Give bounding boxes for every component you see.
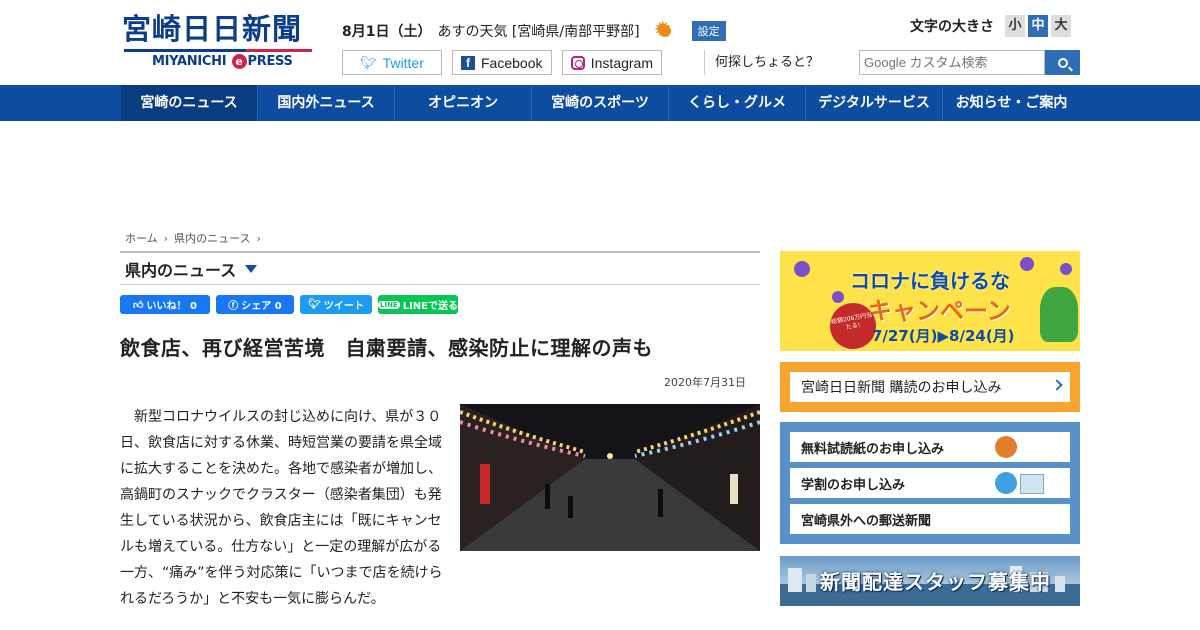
line-label: LINEで送る — [402, 301, 459, 312]
line-share-button[interactable]: LINE LINEで送る — [378, 295, 458, 314]
nav-item-miyazaki-news[interactable]: 宮崎のニュース — [121, 85, 258, 121]
article-photo[interactable] — [460, 404, 760, 551]
subscribe-link[interactable]: 宮崎日日新聞 購読のお申し込み — [790, 372, 1070, 402]
weather-settings-button[interactable]: 設定 — [691, 21, 726, 41]
corona-title: コロナに負けるな — [850, 269, 1010, 293]
instagram-icon — [571, 55, 585, 70]
thumbs-up-icon: 👍︎ — [133, 299, 144, 311]
corona-campaign-banner[interactable]: コロナに負けるな キャンペーン 総額206万円当たる! 7/27(月)▶8/24… — [780, 251, 1080, 351]
line-icon: LINE — [378, 300, 400, 309]
chevron-right-icon: › — [256, 231, 261, 245]
instagram-button[interactable]: Instagram — [562, 50, 662, 75]
twitter-icon: 🐦︎ — [308, 299, 321, 310]
twitter-icon: 🐦︎ — [360, 54, 377, 70]
facebook-icon: f — [461, 55, 475, 70]
logo-underline — [124, 49, 312, 52]
weather-label[interactable]: あすの天気 [宮崎県/南部平野部] — [437, 21, 639, 41]
mail-delivery-link[interactable]: 宮崎県外への郵送新聞 — [790, 504, 1070, 534]
nav-item-notices[interactable]: お知らせ・ご案内 — [943, 85, 1080, 121]
font-size-small-button[interactable]: 小 — [1005, 15, 1025, 37]
mascot-icon — [995, 436, 1017, 458]
facebook-button[interactable]: f Facebook — [452, 50, 552, 75]
corona-campaign-label: キャンペーン — [868, 297, 1011, 325]
free-trial-link[interactable]: 無料試読紙のお申し込み — [790, 432, 1070, 462]
font-size-label: 文字の大きさ — [910, 19, 994, 35]
nav-item-sports[interactable]: 宮崎のスポーツ — [532, 85, 669, 121]
service-links-box: 無料試読紙のお申し込み 学割のお申し込み 宮崎県外への郵送新聞 — [780, 422, 1080, 544]
search-input[interactable] — [859, 50, 1045, 75]
delivery-staff-banner[interactable]: 新聞配達スタッフ募集中 — [780, 556, 1080, 606]
social-links: 🐦︎ Twitter f Facebook Instagram — [342, 50, 662, 75]
facebook-like-button[interactable]: 👍︎ いいね！ 0 — [120, 295, 210, 314]
twitter-button[interactable]: 🐦︎ Twitter — [342, 50, 442, 75]
share-buttons: 👍︎ いいね！ 0 ⓕ シェア 0 🐦︎ ツイート LINE LINEで送る — [120, 295, 458, 314]
nav-item-domestic-intl-news[interactable]: 国内外ニュース — [258, 85, 395, 121]
share-label: シェア 0 — [241, 301, 282, 312]
search-icon — [1057, 57, 1068, 68]
search-prompt: 何探しちょると？ — [704, 50, 819, 75]
breadcrumb-home[interactable]: ホーム — [125, 230, 158, 246]
nav-item-lifestyle-gourmet[interactable]: くらし・グルメ — [669, 85, 806, 121]
chevron-right-icon: › — [163, 231, 169, 245]
logo-title: 宮崎日日新聞 — [122, 12, 303, 46]
free-trial-label: 無料試読紙のお申し込み — [801, 441, 945, 457]
subscribe-box: 宮崎日日新聞 購読のお申し込み — [780, 362, 1080, 412]
virus-icon — [832, 291, 844, 303]
chevron-right-icon — [1051, 379, 1063, 391]
subscribe-label: 宮崎日日新聞 購読のお申し込み — [801, 380, 1002, 396]
mascot-icon — [995, 472, 1017, 494]
student-discount-label: 学割のお申し込み — [801, 477, 906, 493]
article-date: 2020年7月31日 — [664, 376, 746, 389]
like-label: いいね！ 0 — [146, 301, 197, 312]
weather-widget: 8月1日（土） あすの天気 [宮崎県/南部平野部] 設定 — [342, 17, 726, 45]
font-size-control: 文字の大きさ 小 中 大 — [910, 15, 1071, 37]
twitter-label: Twitter — [382, 54, 424, 71]
main-nav: 宮崎のニュース 国内外ニュース オピニオン 宮崎のスポーツ くらし・グルメ デジ… — [0, 85, 1200, 121]
tweet-label: ツイート — [323, 301, 364, 312]
section-title: 県内のニュース — [125, 260, 237, 280]
facebook-icon: ⓕ — [228, 301, 239, 312]
sunny-icon — [654, 17, 676, 45]
staff-banner-title: 新聞配達スタッフ募集中 — [820, 570, 1051, 594]
student-discount-link[interactable]: 学割のお申し込み — [790, 468, 1070, 498]
breadcrumb-section[interactable]: 県内のニュース — [174, 230, 250, 246]
virus-icon — [794, 261, 810, 277]
logo-subtitle: MIYANICHI e PRESS — [152, 54, 293, 69]
logo-sub-miyanichi: MIYANICHI — [152, 54, 227, 69]
instagram-label: Instagram — [590, 54, 653, 71]
facebook-share-button[interactable]: ⓕ シェア 0 — [216, 295, 294, 314]
font-size-large-button[interactable]: 大 — [1051, 15, 1071, 37]
virus-icon — [1060, 263, 1072, 275]
dropdown-triangle-icon — [245, 264, 258, 273]
school-building-icon — [1020, 474, 1044, 494]
site-logo[interactable]: 宮崎日日新聞 MIYANICHI e PRESS — [122, 12, 314, 72]
mascot-icon — [1040, 287, 1078, 342]
mail-delivery-label: 宮崎県外への郵送新聞 — [801, 513, 932, 529]
tweet-button[interactable]: 🐦︎ ツイート — [300, 295, 372, 314]
article-headline: 飲食店、再び経営苦境 自粛要請、感染防止に理解の声も — [120, 336, 653, 360]
nav-item-opinion[interactable]: オピニオン — [395, 85, 532, 121]
logo-e-icon: e — [231, 54, 247, 69]
night-street-image — [460, 404, 760, 551]
font-size-medium-button[interactable]: 中 — [1028, 15, 1048, 37]
virus-icon — [1020, 257, 1034, 271]
logo-sub-press: PRESS — [247, 54, 293, 69]
breadcrumb: ホーム › 県内のニュース › — [125, 230, 261, 246]
nav-item-digital-services[interactable]: デジタルサービス — [806, 85, 943, 121]
search-box — [859, 50, 1080, 75]
weather-date: 8月1日（土） — [342, 24, 432, 40]
facebook-label: Facebook — [481, 54, 543, 71]
corona-dates: 7/27(月)▶8/24(月) — [872, 327, 1015, 345]
section-header[interactable]: 県内のニュース — [120, 251, 760, 285]
site-header: 宮崎日日新聞 MIYANICHI e PRESS 8月1日（土） あすの天気 [宮… — [0, 0, 1200, 85]
search-button[interactable] — [1045, 50, 1080, 75]
